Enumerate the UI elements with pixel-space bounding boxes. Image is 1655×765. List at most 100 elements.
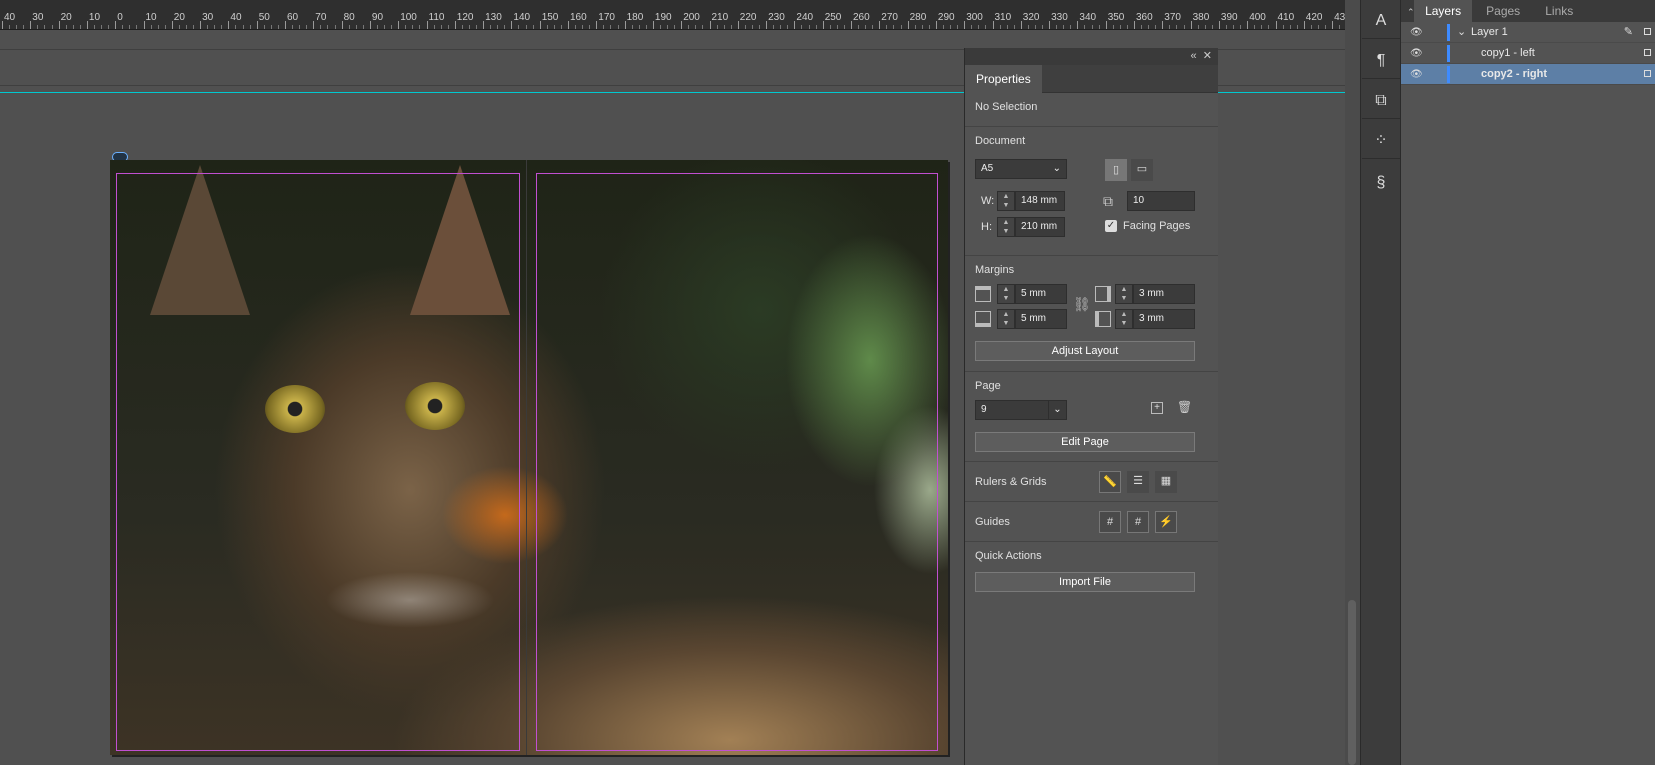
tab-properties[interactable]: Properties: [965, 65, 1042, 93]
smart-guides-icon[interactable]: ⚡: [1155, 511, 1177, 533]
margin-outside-stepper[interactable]: ▲ ▼: [1115, 309, 1133, 329]
layer-row-copy2-right[interactable]: 👁 copy2 - right: [1401, 64, 1655, 85]
baseline-grid-icon[interactable]: ☰: [1127, 471, 1149, 493]
selection-square-icon[interactable]: [1644, 70, 1651, 77]
ruler-tick-label: 70: [315, 12, 327, 23]
margin-inside-field[interactable]: 3 mm: [1133, 284, 1195, 304]
tab-layers[interactable]: Layers: [1414, 0, 1473, 22]
ruler-tick-label: 240: [796, 12, 814, 23]
guides-heading: Guides: [975, 516, 1010, 528]
visibility-eye-icon[interactable]: 👁: [1410, 22, 1423, 43]
layer-row-copy1-left[interactable]: 👁 copy1 - left: [1401, 43, 1655, 64]
portrait-orientation-icon[interactable]: ▯: [1105, 159, 1127, 181]
horizontal-ruler[interactable]: 40 30 20 10 0 10 20 30 40 50 60 70 80 90 100 110 120 130 1…: [0, 0, 1345, 30]
panel-icon-strip: A ¶ ⧉ ⁘ §: [1360, 0, 1400, 765]
ruler-tick-label: 290: [937, 12, 955, 23]
ruler-major-tick: [1105, 21, 1107, 29]
ruler-tick-label: 370: [1164, 12, 1181, 23]
margin-inside-stepper[interactable]: ▲ ▼: [1115, 284, 1133, 304]
facing-pages-checkbox[interactable]: ✓: [1105, 220, 1117, 232]
tab-pages[interactable]: Pages: [1475, 0, 1531, 22]
close-icon[interactable]: ✕: [1203, 50, 1212, 62]
margin-bottom-stepper[interactable]: ▲ ▼: [997, 309, 1015, 329]
ruler-minor-tick: [355, 25, 357, 29]
visibility-eye-icon[interactable]: 👁: [1410, 43, 1423, 64]
ruler-tick-label: 110: [428, 12, 445, 23]
layer-color-bar: [1447, 45, 1450, 62]
selection-square-icon[interactable]: [1644, 49, 1651, 56]
delete-page-icon[interactable]: 🗑: [1177, 400, 1192, 414]
ruler-minor-tick: [858, 25, 860, 29]
page-heading: Page: [975, 380, 1001, 392]
ruler-minor-tick: [1013, 25, 1015, 29]
ruler-minor-tick: [610, 25, 612, 29]
ruler-minor-tick: [971, 25, 973, 29]
document-grid-icon[interactable]: ▦: [1155, 471, 1177, 493]
spread-spine: [526, 160, 527, 755]
panel-header[interactable]: « ✕: [965, 48, 1218, 65]
ruler-tick-label: 20: [60, 12, 72, 23]
chevron-down-icon[interactable]: ⌄: [1457, 22, 1466, 43]
paragraph-styles-icon[interactable]: ¶: [1368, 48, 1394, 74]
layer-name: copy1 - left: [1481, 47, 1535, 59]
margin-top-stepper[interactable]: ▲ ▼: [997, 284, 1015, 304]
swatches-icon[interactable]: ⁘: [1368, 128, 1394, 154]
page-select[interactable]: 9 ⌄: [975, 400, 1067, 420]
document-spread[interactable]: [110, 160, 948, 755]
transform-icon[interactable]: ⧉: [1368, 88, 1394, 114]
show-guides-icon[interactable]: #: [1099, 511, 1121, 533]
margin-outside-field[interactable]: 3 mm: [1133, 309, 1195, 329]
document-preset-select[interactable]: A5 ⌄: [975, 159, 1067, 179]
add-page-icon[interactable]: +: [1151, 402, 1163, 414]
layer-row-layer-1[interactable]: 👁 ⌄ Layer 1 ✎: [1401, 22, 1655, 43]
ruler-major-tick: [596, 21, 598, 29]
ruler-minor-tick: [1126, 25, 1128, 29]
panel-collapse-icon[interactable]: ⌃: [1401, 7, 1415, 18]
pages-count-field[interactable]: 10: [1127, 191, 1195, 211]
lock-guides-icon[interactable]: #: [1127, 511, 1149, 533]
ruler-minor-tick: [553, 25, 555, 29]
ruler-major-tick: [30, 21, 32, 29]
margin-bottom-field[interactable]: 5 mm: [1015, 309, 1067, 329]
ruler-minor-tick: [716, 25, 718, 29]
import-file-button[interactable]: Import File: [975, 572, 1195, 592]
selection-square-icon[interactable]: [1644, 28, 1651, 35]
ruler-tick-label: 190: [654, 12, 672, 23]
height-stepper[interactable]: ▲ ▼: [997, 217, 1015, 237]
ruler-tick-label: 0: [117, 12, 123, 23]
ruler-tick-label: 430: [1334, 12, 1345, 23]
visibility-eye-icon[interactable]: 👁: [1410, 64, 1423, 85]
ruler-minor-tick: [348, 25, 350, 29]
ruler-minor-tick: [1112, 25, 1114, 29]
ruler-minor-tick: [497, 25, 499, 29]
tab-links[interactable]: Links: [1534, 0, 1584, 22]
ruler-tick-label: 340: [1079, 12, 1097, 23]
ruler-tick-label: 20: [173, 12, 185, 23]
ruler-minor-tick: [744, 25, 746, 29]
ruler-minor-tick: [688, 25, 690, 29]
landscape-orientation-icon[interactable]: ▭: [1131, 159, 1153, 181]
ruler-icon[interactable]: 📏: [1099, 471, 1121, 493]
edit-page-button[interactable]: Edit Page: [975, 432, 1195, 452]
vertical-scrollbar[interactable]: [1348, 600, 1356, 765]
link-margins-icon[interactable]: ⛓: [1073, 296, 1091, 313]
ruler-minor-tick: [829, 25, 831, 29]
ruler-major-tick: [454, 21, 456, 29]
ruler-tick-label: 180: [626, 12, 644, 23]
ruler-minor-tick: [93, 25, 95, 29]
ruler-minor-tick: [320, 25, 322, 29]
ruler-minor-tick: [1310, 25, 1312, 29]
width-field[interactable]: 148 mm: [1015, 191, 1065, 211]
ruler-minor-tick: [773, 25, 775, 29]
ruler-major-tick: [511, 21, 513, 29]
margin-top-field[interactable]: 5 mm: [1015, 284, 1067, 304]
character-styles-icon[interactable]: A: [1368, 8, 1394, 34]
height-field[interactable]: 210 mm: [1015, 217, 1065, 237]
ruler-major-tick: [681, 21, 683, 29]
ruler-minor-tick: [1091, 25, 1093, 29]
width-stepper[interactable]: ▲ ▼: [997, 191, 1015, 211]
collapse-icon[interactable]: «: [1191, 50, 1197, 62]
adjust-layout-button[interactable]: Adjust Layout: [975, 341, 1195, 361]
cc-libraries-icon[interactable]: §: [1368, 170, 1394, 196]
ruler-minor-tick: [249, 25, 251, 29]
